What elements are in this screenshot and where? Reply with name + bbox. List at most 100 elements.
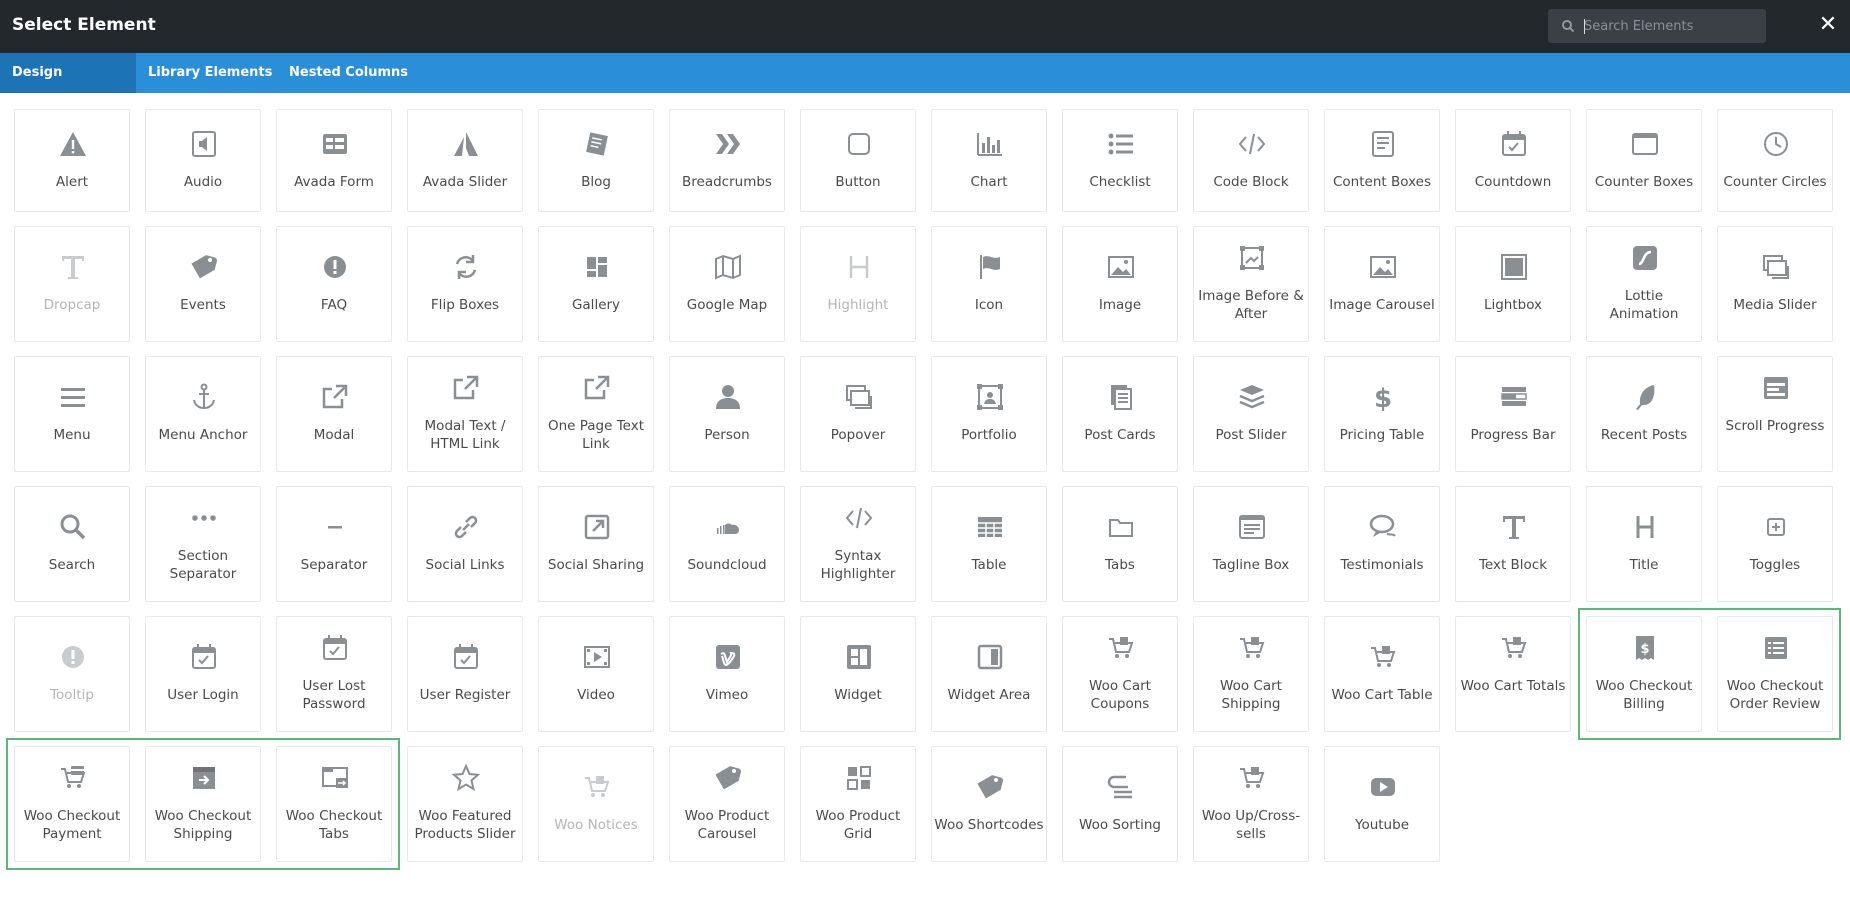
- element-label: Media Slider: [1733, 297, 1817, 313]
- element-countdown[interactable]: Countdown: [1455, 109, 1571, 212]
- element-separator[interactable]: Separator: [276, 486, 392, 602]
- element-person[interactable]: Person: [669, 356, 785, 472]
- element-code-block[interactable]: Code Block: [1193, 109, 1309, 212]
- element-pricing-table[interactable]: $ Pricing Table: [1324, 356, 1440, 472]
- element-woo-up-cross-sells[interactable]: Woo Up/Cross-sells: [1193, 746, 1309, 862]
- element-label: Blog: [581, 174, 611, 190]
- element-portfolio[interactable]: Portfolio: [931, 356, 1047, 472]
- element-label: Toggles: [1749, 557, 1801, 573]
- element-recent-posts[interactable]: Recent Posts: [1586, 356, 1702, 472]
- element-counter-circles[interactable]: Counter Circles: [1717, 109, 1833, 212]
- element-media-slider[interactable]: Media Slider: [1717, 226, 1833, 342]
- element-search[interactable]: Search: [14, 486, 130, 602]
- element-tooltip[interactable]: Tooltip: [14, 616, 130, 732]
- element-toggles[interactable]: Toggles: [1717, 486, 1833, 602]
- element-events[interactable]: Events: [145, 226, 261, 342]
- element-google-map[interactable]: Google Map: [669, 226, 785, 342]
- element-avada-form[interactable]: Avada Form: [276, 109, 392, 212]
- element-one-page-text-link[interactable]: One Page Text Link: [538, 356, 654, 472]
- element-text-block[interactable]: Text Block: [1455, 486, 1571, 602]
- element-woo-cart-shipping[interactable]: Woo Cart Shipping: [1193, 616, 1309, 732]
- element-menu-anchor[interactable]: Menu Anchor: [145, 356, 261, 472]
- tab-bar: Design Elements Library Elements Nested …: [0, 53, 1850, 120]
- element-dropcap[interactable]: Dropcap: [14, 226, 130, 342]
- element-woo-shortcodes[interactable]: Woo Shortcodes: [931, 746, 1047, 862]
- element-woo-checkout-tabs[interactable]: Woo Checkout Tabs: [276, 746, 392, 862]
- element-video[interactable]: Video: [538, 616, 654, 732]
- element-faq[interactable]: FAQ: [276, 226, 392, 342]
- element-title[interactable]: Title: [1586, 486, 1702, 602]
- element-woo-sorting[interactable]: Woo Sorting: [1062, 746, 1178, 862]
- element-chart[interactable]: Chart: [931, 109, 1047, 212]
- element-woo-cart-coupons[interactable]: Woo Cart Coupons: [1062, 616, 1178, 732]
- element-progress-bar[interactable]: Progress Bar: [1455, 356, 1571, 472]
- element-modal-text-html-link[interactable]: Modal Text / HTML Link: [407, 356, 523, 472]
- element-button[interactable]: Button: [800, 109, 916, 212]
- element-content-boxes[interactable]: Content Boxes: [1324, 109, 1440, 212]
- widget-icon: [839, 642, 879, 672]
- tab-library-elements[interactable]: Library Elements: [136, 53, 284, 93]
- element-menu[interactable]: Menu: [14, 356, 130, 472]
- element-alert[interactable]: Alert: [14, 109, 130, 212]
- element-youtube[interactable]: Youtube: [1324, 746, 1440, 862]
- element-blog[interactable]: Blog: [538, 109, 654, 212]
- element-modal[interactable]: Modal: [276, 356, 392, 472]
- element-highlight[interactable]: Highlight: [800, 226, 916, 342]
- element-lottie-animation[interactable]: Lottie Animation: [1586, 226, 1702, 342]
- element-scroll-progress[interactable]: Scroll Progress: [1717, 356, 1833, 472]
- element-popover[interactable]: Popover: [800, 356, 916, 472]
- element-vimeo[interactable]: Vimeo: [669, 616, 785, 732]
- element-image-carousel[interactable]: Image Carousel: [1324, 226, 1440, 342]
- element-woo-notices[interactable]: Woo Notices: [538, 746, 654, 862]
- element-breadcrumbs[interactable]: Breadcrumbs: [669, 109, 785, 212]
- element-label: Woo Checkout Payment: [23, 808, 121, 842]
- element-woo-cart-table[interactable]: Woo Cart Table: [1324, 616, 1440, 732]
- element-icon[interactable]: Icon: [931, 226, 1047, 342]
- image-carousel-icon: [1363, 252, 1403, 282]
- element-section-separator[interactable]: Section Separator: [145, 486, 261, 602]
- search-box[interactable]: [1548, 9, 1766, 43]
- element-user-lost-password[interactable]: User Lost Password: [276, 616, 392, 732]
- element-tagline-box[interactable]: Tagline Box: [1193, 486, 1309, 602]
- element-woo-checkout-shipping[interactable]: Woo Checkout Shipping: [145, 746, 261, 862]
- element-checklist[interactable]: Checklist: [1062, 109, 1178, 212]
- element-syntax-highlighter[interactable]: Syntax Highlighter: [800, 486, 916, 602]
- element-user-register[interactable]: User Register: [407, 616, 523, 732]
- tab-nested-columns[interactable]: Nested Columns: [277, 53, 420, 93]
- element-gallery[interactable]: Gallery: [538, 226, 654, 342]
- close-icon[interactable]: ✕: [1815, 12, 1841, 38]
- element-woo-featured-products-slider[interactable]: Woo Featured Products Slider: [407, 746, 523, 862]
- element-post-cards[interactable]: Post Cards: [1062, 356, 1178, 472]
- popover-icon: [839, 382, 879, 412]
- element-lightbox[interactable]: Lightbox: [1455, 226, 1571, 342]
- element-label: Flip Boxes: [430, 297, 500, 313]
- element-social-sharing[interactable]: Social Sharing: [538, 486, 654, 602]
- element-table[interactable]: Table: [931, 486, 1047, 602]
- svg-text:$: $: [1640, 642, 1649, 657]
- element-widget[interactable]: Widget: [800, 616, 916, 732]
- element-widget-area[interactable]: Widget Area: [931, 616, 1047, 732]
- element-image-before-after[interactable]: Image Before & After: [1193, 226, 1309, 342]
- element-audio[interactable]: Audio: [145, 109, 261, 212]
- element-soundcloud[interactable]: Soundcloud: [669, 486, 785, 602]
- element-tabs[interactable]: Tabs: [1062, 486, 1178, 602]
- element-woo-checkout-order-review[interactable]: Woo Checkout Order Review: [1717, 616, 1833, 732]
- element-woo-product-grid[interactable]: Woo Product Grid: [800, 746, 916, 862]
- element-counter-boxes[interactable]: Counter Boxes: [1586, 109, 1702, 212]
- element-testimonials[interactable]: Testimonials: [1324, 486, 1440, 602]
- sorting-icon: [1101, 772, 1141, 802]
- element-flip-boxes[interactable]: Flip Boxes: [407, 226, 523, 342]
- search-input[interactable]: [1584, 15, 1754, 37]
- element-woo-checkout-billing[interactable]: $ Woo Checkout Billing: [1586, 616, 1702, 732]
- tab-design-elements[interactable]: Design Elements: [0, 53, 136, 120]
- element-image[interactable]: Image: [1062, 226, 1178, 342]
- element-post-slider[interactable]: Post Slider: [1193, 356, 1309, 472]
- element-avada-slider[interactable]: Avada Slider: [407, 109, 523, 212]
- element-woo-checkout-payment[interactable]: Woo Checkout Payment: [14, 746, 130, 862]
- text-icon: [1494, 512, 1534, 542]
- element-social-links[interactable]: Social Links: [407, 486, 523, 602]
- element-user-login[interactable]: User Login: [145, 616, 261, 732]
- element-woo-product-carousel[interactable]: Woo Product Carousel: [669, 746, 785, 862]
- element-woo-cart-totals[interactable]: Woo Cart Totals: [1455, 616, 1571, 732]
- element-label: Gallery: [571, 297, 621, 313]
